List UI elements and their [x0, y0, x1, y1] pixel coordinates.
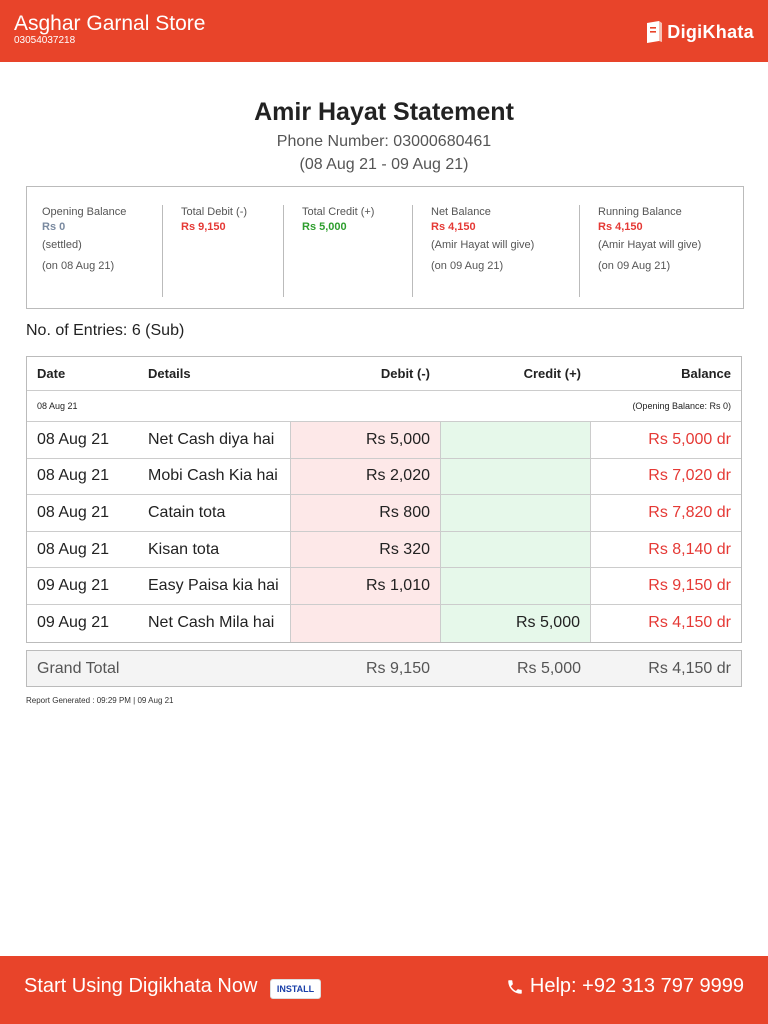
running-balance-note: (Amir Hayat will give) [598, 239, 702, 251]
summary-divider [162, 205, 163, 297]
statement-title: Amir Hayat Statement [254, 98, 514, 126]
total-credit-value: Rs 5,000 [302, 221, 347, 233]
total-debit-summary: Total Debit (-) Rs 9,150 [181, 205, 247, 297]
row-date: 08 Aug 21 [37, 430, 110, 448]
row-credit: Rs 5,000 [440, 604, 591, 642]
table-row[interactable]: 08 Aug 21 Mobi Cash Kia hai Rs 2,020 Rs … [27, 458, 741, 496]
report-generated: Report Generated : 09:29 PM | 09 Aug 21 [26, 696, 174, 705]
statement-phone: Phone Number: 03000680461 [276, 133, 492, 150]
opening-balance-date: (on 08 Aug 21) [42, 260, 115, 272]
grand-total-debit: Rs 9,150 [365, 659, 430, 677]
ledger-table: Date Details Debit (-) Credit (+) Balanc… [26, 356, 742, 643]
opening-balance-note: (Opening Balance: Rs 0) [632, 401, 731, 411]
grand-total-row: Grand Total Rs 9,150 Rs 5,000 Rs 4,150 d… [26, 650, 742, 687]
row-credit [440, 458, 591, 495]
row-debit: Rs 2,020 [290, 458, 440, 495]
row-details: Mobi Cash Kia hai [148, 467, 278, 485]
net-balance-summary: Net Balance Rs 4,150 (Amir Hayat will gi… [431, 205, 534, 297]
row-balance: Rs 9,150 dr [648, 577, 731, 595]
total-debit-label: Total Debit (-) [181, 206, 248, 218]
opening-balance-summary: Opening Balance Rs 0 (settled) (on 08 Au… [42, 205, 126, 297]
header-details: Details [148, 366, 191, 381]
grand-total-credit: Rs 5,000 [516, 659, 581, 677]
row-debit: Rs 1,010 [290, 568, 440, 604]
net-balance-label: Net Balance [431, 206, 491, 218]
row-date: 08 Aug 21 [37, 540, 110, 558]
summary-divider [412, 205, 413, 297]
header-date: Date [37, 366, 66, 381]
help-contact[interactable]: Help: +92 313 797 9999 [506, 975, 744, 998]
logo-text: DigiKhata [667, 21, 754, 42]
row-balance: Rs 5,000 dr [648, 430, 731, 448]
statement-title-block: Amir Hayat Statement Phone Number: 03000… [0, 98, 768, 174]
net-balance-value: Rs 4,150 [431, 221, 476, 233]
opening-balance-note: (settled) [42, 239, 82, 251]
row-details: Net Cash Mila hai [148, 614, 275, 632]
opening-balance-label: Opening Balance [42, 206, 127, 218]
date-group-row: 08 Aug 21 (Opening Balance: Rs 0) [27, 391, 741, 422]
table-row[interactable]: 09 Aug 21 Easy Paisa kia hai Rs 1,010 Rs… [27, 568, 741, 605]
row-debit: Rs 5,000 [290, 422, 440, 458]
row-balance: Rs 7,820 dr [648, 503, 731, 521]
help-text: Help: +92 313 797 9999 [529, 975, 744, 997]
row-debit: Rs 320 [290, 531, 440, 568]
row-balance: Rs 8,140 dr [648, 540, 731, 558]
app-header: Asghar Garnal Store 03054037218 DigiKhat… [0, 0, 768, 62]
row-balance: Rs 4,150 dr [648, 614, 731, 632]
row-credit [440, 495, 591, 531]
summary-box: Opening Balance Rs 0 (settled) (on 08 Au… [26, 186, 744, 309]
store-phone: 03054037218 [14, 35, 76, 46]
table-row[interactable]: 08 Aug 21 Net Cash diya hai Rs 5,000 Rs … [27, 422, 741, 459]
running-balance-date: (on 09 Aug 21) [598, 260, 671, 272]
row-date: 08 Aug 21 [37, 503, 110, 521]
row-date: 09 Aug 21 [37, 614, 110, 632]
net-balance-note: (Amir Hayat will give) [431, 239, 535, 251]
table-row[interactable]: 09 Aug 21 Net Cash Mila hai Rs 5,000 Rs … [27, 604, 741, 642]
grand-total-balance: Rs 4,150 dr [648, 659, 731, 677]
row-credit [440, 422, 591, 458]
statement-date-range: (08 Aug 21 - 09 Aug 21) [299, 156, 469, 173]
footer-cta-text[interactable]: Start Using Digikhata Now [24, 975, 257, 998]
store-name: Asghar Garnal Store [14, 12, 206, 35]
total-credit-summary: Total Credit (+) Rs 5,000 [302, 205, 374, 297]
net-balance-date: (on 09 Aug 21) [431, 260, 504, 272]
digikhata-logo: DigiKhata [645, 20, 754, 44]
header-credit: Credit (+) [523, 366, 581, 381]
book-icon [647, 21, 663, 43]
table-row[interactable]: 08 Aug 21 Kisan tota Rs 320 Rs 8,140 dr [27, 531, 741, 569]
table-row[interactable]: 08 Aug 21 Catain tota Rs 800 Rs 7,820 dr [27, 495, 741, 532]
row-credit [440, 568, 591, 604]
grand-total-label: Grand Total [37, 659, 120, 677]
row-details: Catain tota [148, 503, 226, 521]
row-details: Net Cash diya hai [148, 430, 275, 448]
install-button[interactable]: INSTALL [270, 979, 321, 999]
opening-balance-value: Rs 0 [42, 221, 66, 233]
header-balance: Balance [681, 366, 731, 381]
table-header-row: Date Details Debit (-) Credit (+) Balanc… [27, 357, 741, 391]
summary-divider [579, 205, 580, 297]
header-debit: Debit (-) [380, 366, 430, 381]
running-balance-value: Rs 4,150 [598, 221, 643, 233]
running-balance-label: Running Balance [598, 206, 682, 218]
phone-icon [508, 979, 522, 994]
row-debit [290, 604, 440, 642]
total-debit-value: Rs 9,150 [181, 221, 226, 233]
row-credit [440, 531, 591, 568]
row-details: Easy Paisa kia hai [148, 577, 279, 595]
group-date: 08 Aug 21 [37, 401, 78, 411]
app-footer: Start Using Digikhata Now INSTALL Help: … [0, 956, 768, 1024]
row-debit: Rs 800 [290, 495, 440, 531]
row-date: 08 Aug 21 [37, 467, 110, 485]
running-balance-summary: Running Balance Rs 4,150 (Amir Hayat wil… [598, 205, 701, 297]
row-details: Kisan tota [148, 540, 220, 558]
row-balance: Rs 7,020 dr [648, 467, 731, 485]
row-date: 09 Aug 21 [37, 577, 110, 595]
total-credit-label: Total Credit (+) [302, 206, 375, 218]
summary-divider [283, 205, 284, 297]
entries-count: No. of Entries: 6 (Sub) [26, 322, 185, 339]
